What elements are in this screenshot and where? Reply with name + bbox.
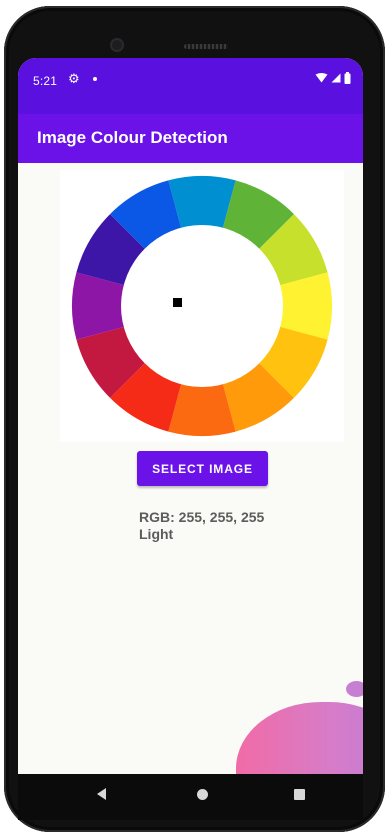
- recents-icon[interactable]: [294, 789, 305, 800]
- earpiece-speaker: [184, 44, 228, 49]
- rgb-value-text: RGB: 255, 255, 255: [139, 509, 265, 525]
- app-bar: Image Colour Detection: [18, 114, 363, 163]
- home-icon[interactable]: [197, 789, 208, 800]
- page-title: Image Colour Detection: [37, 128, 228, 147]
- front-camera: [110, 38, 124, 52]
- selected-image[interactable]: [60, 170, 344, 442]
- phone-top-bezel: [4, 6, 385, 64]
- decorative-blob-small: [346, 681, 363, 697]
- gear-icon: ⚙: [68, 71, 80, 86]
- color-result: RGB: 255, 255, 255 Light: [139, 509, 264, 543]
- status-bar: 5:21 ⚙: [18, 58, 363, 114]
- notification-dot-icon: [93, 77, 97, 81]
- select-image-button[interactable]: SELECT IMAGE: [137, 451, 268, 486]
- wifi-icon: [315, 72, 328, 86]
- status-icons: [315, 71, 351, 87]
- signal-icon: [331, 72, 341, 86]
- back-icon[interactable]: [97, 788, 106, 800]
- color-wheel-image: [71, 175, 333, 437]
- decorative-blob-large: [236, 702, 363, 774]
- status-time: 5:21: [33, 74, 58, 88]
- app-screen: 5:21 ⚙ Image Colour Detection SELECT IMA…: [18, 58, 363, 774]
- brightness-text: Light: [139, 526, 174, 542]
- battery-icon: [344, 71, 351, 87]
- selection-marker-icon: [173, 298, 182, 307]
- nav-bar: [18, 774, 363, 820]
